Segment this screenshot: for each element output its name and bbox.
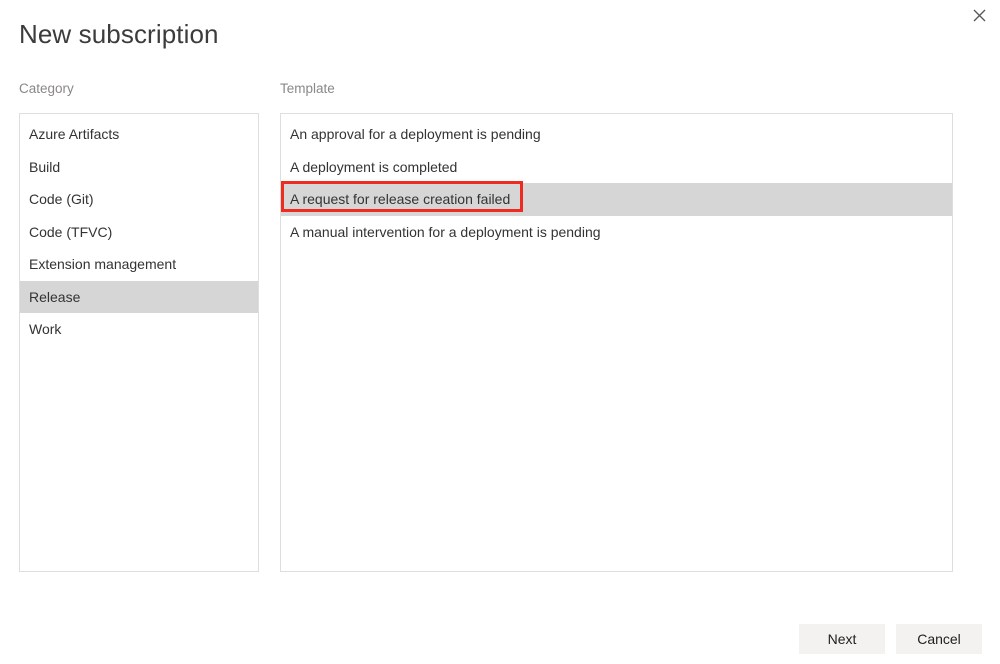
template-list-item[interactable]: An approval for a deployment is pending — [281, 118, 952, 151]
close-button[interactable] — [964, 2, 994, 28]
dialog-footer: Next Cancel — [0, 624, 982, 654]
category-list-item[interactable]: Build — [20, 151, 258, 184]
category-list-item-label: Release — [29, 281, 80, 314]
page-title: New subscription — [19, 17, 219, 51]
category-list-item[interactable]: Code (Git) — [20, 183, 258, 216]
category-list-item[interactable]: Azure Artifacts — [20, 118, 258, 151]
template-list-item-label: A deployment is completed — [290, 151, 457, 184]
category-list-item-label: Code (Git) — [29, 183, 94, 216]
template-list-item[interactable]: A deployment is completed — [281, 151, 952, 184]
category-list-item-label: Build — [29, 151, 60, 184]
category-list-item-label: Azure Artifacts — [29, 118, 119, 151]
template-list-item-label: A manual intervention for a deployment i… — [290, 216, 601, 249]
category-list-item[interactable]: Work — [20, 313, 258, 346]
category-list-item-label: Extension management — [29, 248, 176, 281]
cancel-button[interactable]: Cancel — [896, 624, 982, 654]
template-listbox[interactable]: An approval for a deployment is pendingA… — [280, 113, 953, 572]
category-list-item-label: Work — [29, 313, 61, 346]
category-list-item[interactable]: Code (TFVC) — [20, 216, 258, 249]
category-list-item-label: Code (TFVC) — [29, 216, 112, 249]
category-list-item[interactable]: Extension management — [20, 248, 258, 281]
category-listbox[interactable]: Azure ArtifactsBuildCode (Git)Code (TFVC… — [19, 113, 259, 572]
template-list-item-label: A request for release creation failed — [290, 183, 510, 216]
category-column-label: Category — [19, 80, 74, 98]
template-column-label: Template — [280, 80, 335, 98]
category-list-item[interactable]: Release — [20, 281, 258, 314]
template-list-item[interactable]: A manual intervention for a deployment i… — [281, 216, 952, 249]
template-list-item-label: An approval for a deployment is pending — [290, 118, 541, 151]
template-list-item[interactable]: A request for release creation failed — [281, 183, 952, 216]
next-button[interactable]: Next — [799, 624, 885, 654]
close-icon — [973, 9, 986, 22]
